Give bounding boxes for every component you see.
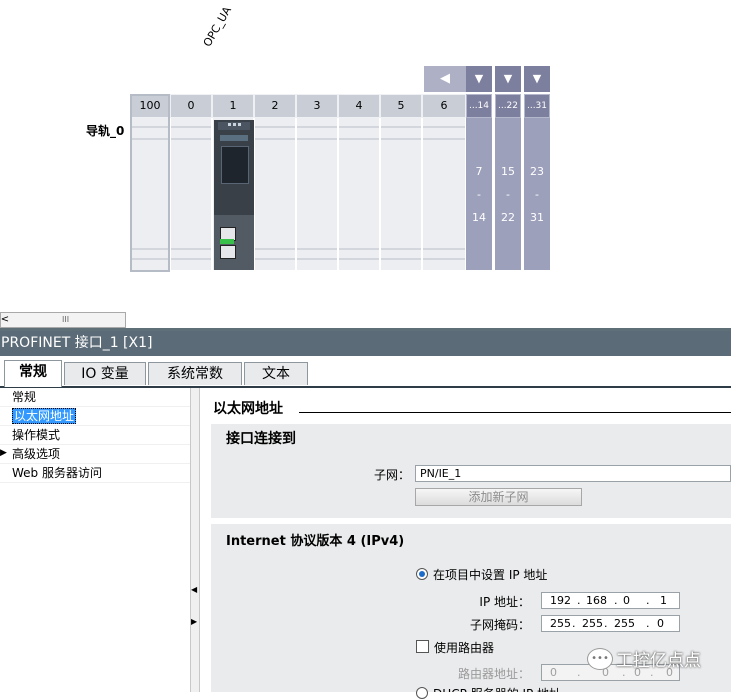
range-from: 15 — [501, 165, 515, 178]
panel-title: PROFINET 接口_1 [X1] — [0, 331, 731, 356]
slot-header-2[interactable]: 2 — [254, 94, 296, 118]
siemens-logo-icon — [220, 135, 248, 141]
range-to: 31 — [530, 211, 544, 224]
tab-system-constants[interactable]: 系统常数 — [148, 362, 242, 385]
range-slot-23-31[interactable]: 23 - 31 — [524, 118, 550, 270]
expand-slots-23-31-button[interactable]: ▼ — [524, 66, 550, 92]
expand-arrow-icon[interactable]: ▶ — [0, 448, 7, 458]
slot-5[interactable] — [380, 118, 422, 270]
led-icon — [228, 123, 231, 126]
expand-slots-15-22-button[interactable]: ▼ — [495, 66, 521, 92]
nav-label: Web 服务器访问 — [12, 466, 102, 480]
mask-octet: 255 — [550, 617, 571, 630]
dhcp-ip-label[interactable]: DHCP 服务器的 IP 地址 — [433, 685, 561, 692]
rail-label: 导轨_0 — [86, 124, 125, 138]
nav-item-ethernet-address[interactable]: 以太网地址 — [0, 407, 190, 426]
nav-label: 以太网地址 — [12, 408, 77, 424]
tab-texts[interactable]: 文本 — [244, 362, 308, 385]
range-sep: - — [535, 188, 539, 201]
cpu-display-icon — [221, 146, 249, 184]
nav-item-operating-mode[interactable]: 操作模式 — [0, 426, 190, 445]
interface-group-title: 接口连接到 — [226, 431, 296, 447]
triangle-down-icon: ▼ — [503, 72, 513, 85]
range-from: 7 — [475, 165, 483, 178]
expand-slots-7-14-button[interactable]: ▼ — [466, 66, 492, 92]
tab-io-tags[interactable]: IO 变量 — [64, 362, 146, 385]
ip-address-field[interactable]: 192 . 168 . 0 . 1 — [541, 592, 680, 609]
use-router-checkbox[interactable] — [416, 640, 429, 653]
subnet-label: 子网： — [373, 468, 410, 482]
nav-label: 常规 — [12, 390, 37, 404]
range-to: 14 — [472, 211, 486, 224]
slot-0[interactable] — [170, 118, 212, 270]
section-title: 以太网地址 — [213, 401, 283, 417]
slot-header-100[interactable]: 100 — [130, 94, 170, 118]
nav-item-general[interactable]: 常规 — [0, 388, 190, 407]
slot-header-0[interactable]: 0 — [170, 94, 212, 118]
mask-octet: 255 — [614, 617, 635, 630]
led-icon — [238, 123, 241, 126]
subnet-mask-field[interactable]: 255 . 255 . 255 . 0 — [541, 615, 680, 632]
cpu-module[interactable] — [214, 120, 254, 270]
slot-header-3[interactable]: 3 — [296, 94, 338, 118]
slot-2[interactable] — [254, 118, 296, 270]
range-from: 23 — [530, 165, 544, 178]
slot-6[interactable] — [422, 118, 466, 270]
nav-label: 操作模式 — [12, 428, 61, 442]
slot-4[interactable] — [338, 118, 380, 270]
triangle-down-icon: ▼ — [474, 72, 484, 85]
set-ip-in-project-radio[interactable] — [416, 568, 428, 580]
radio-selected-dot — [419, 571, 425, 577]
router-address-label: 路由器地址： — [457, 667, 530, 681]
ip-octet: 1 — [660, 594, 667, 607]
add-new-subnet-button[interactable]: 添加新子网 — [415, 488, 582, 506]
section-divider — [299, 412, 731, 413]
slot-header-4[interactable]: 4 — [338, 94, 380, 118]
triangle-down-icon: ▼ — [532, 72, 542, 85]
subnet-dropdown[interactable]: PN/IE_1 — [415, 465, 731, 482]
set-ip-in-project-label[interactable]: 在项目中设置 IP 地址 — [433, 566, 547, 583]
range-header-15-22[interactable]: ...22 — [495, 94, 521, 118]
mask-octet: 255 — [582, 617, 603, 630]
nav-item-web-server-access[interactable]: Web 服务器访问 — [0, 464, 190, 483]
range-header-7-14[interactable]: ...14 — [466, 94, 492, 118]
scroll-left-arrow-icon[interactable]: < — [0, 312, 10, 328]
ip-octet: 168 — [586, 594, 607, 607]
slot-100[interactable] — [130, 118, 170, 270]
subnet-mask-label: 子网掩码： — [469, 618, 530, 632]
nav-label: 高级选项 — [12, 447, 61, 461]
slot-header-6[interactable]: 6 — [422, 94, 466, 118]
slot-header-1[interactable]: 1 — [212, 94, 254, 118]
slot-header-5[interactable]: 5 — [380, 94, 422, 118]
nav-item-advanced-options[interactable]: 高级选项 — [0, 445, 190, 464]
use-router-label[interactable]: 使用路由器 — [434, 639, 494, 656]
scrollbar-grip-icon[interactable]: III — [62, 312, 69, 328]
device-name-label[interactable]: OPC_UA — [201, 4, 234, 49]
mask-octet: 0 — [657, 617, 664, 630]
tab-general[interactable]: 常规 — [4, 360, 62, 387]
ethernet-port-icon[interactable] — [220, 245, 236, 259]
router-octet: 0 — [550, 666, 557, 679]
ip-octet: 192 — [550, 594, 571, 607]
vertical-splitter[interactable] — [190, 388, 200, 692]
triangle-left-icon: ◀ — [440, 71, 450, 86]
range-header-23-31[interactable]: ...31 — [524, 94, 550, 118]
range-sep: - — [506, 188, 510, 201]
collapse-left-icon[interactable]: ◀ — [191, 585, 197, 594]
range-slot-15-22[interactable]: 15 - 22 — [495, 118, 521, 270]
ip-address-label: IP 地址： — [479, 595, 530, 609]
range-to: 22 — [501, 211, 515, 224]
ipv4-group-title: Internet 协议版本 4 (IPv4) — [226, 534, 405, 549]
dhcp-ip-radio[interactable] — [416, 687, 428, 699]
wechat-icon: ••• — [587, 648, 613, 670]
range-slot-7-14[interactable]: 7 - 14 — [466, 118, 492, 270]
scroll-slots-left-button[interactable]: ◀ — [424, 66, 466, 92]
slot-3[interactable] — [296, 118, 338, 270]
port-led-icon — [220, 239, 234, 244]
range-sep: - — [477, 188, 481, 201]
ip-octet: 0 — [623, 594, 630, 607]
watermark-text: 工控亿点点 — [616, 651, 701, 671]
expand-right-icon[interactable]: ▶ — [191, 617, 197, 626]
led-icon — [233, 123, 236, 126]
